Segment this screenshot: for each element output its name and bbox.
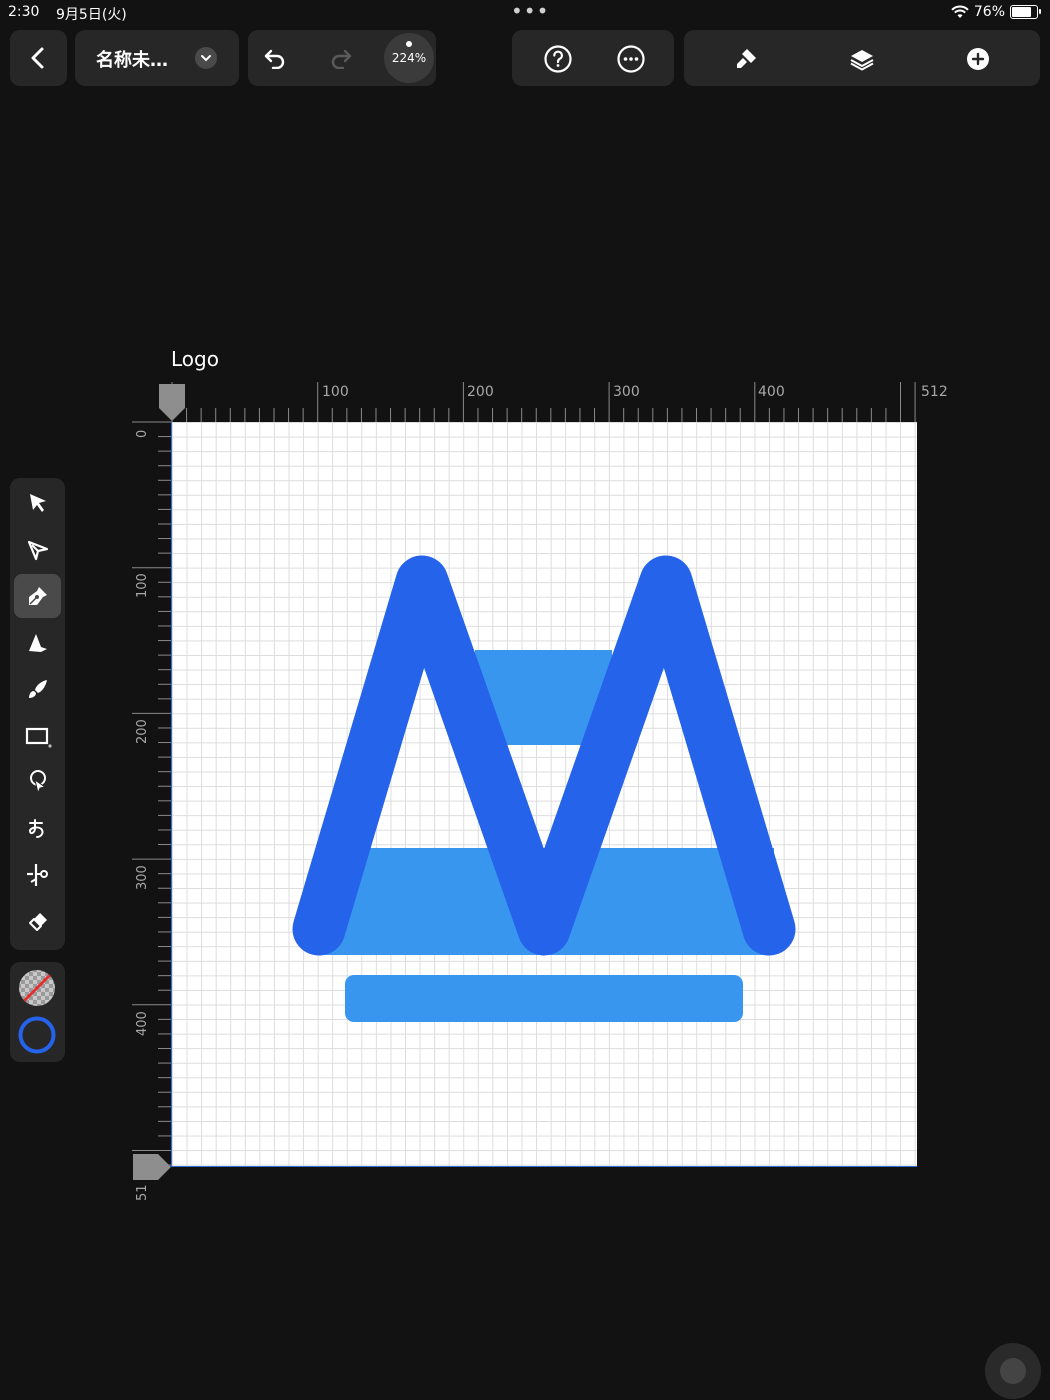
text-tool[interactable]	[14, 807, 61, 851]
pencil-icon	[28, 634, 47, 652]
quick-action-inner	[1000, 1358, 1026, 1384]
ruler-label-v200: 200	[135, 719, 150, 744]
document-title-button[interactable]: 名称未…	[75, 30, 239, 86]
pencil-tool[interactable]	[14, 621, 61, 665]
node-tool[interactable]	[14, 528, 61, 572]
text-icon	[28, 819, 43, 838]
layers-button[interactable]	[846, 43, 878, 75]
style-button[interactable]	[730, 43, 762, 75]
zoom-level: 224%	[391, 51, 427, 65]
panel-group	[684, 30, 1040, 86]
ruler-label-100: 100	[322, 384, 349, 400]
scissors-icon	[26, 864, 48, 886]
artboard-name[interactable]: Logo	[171, 347, 219, 371]
ruler-end-marker[interactable]	[133, 1154, 171, 1180]
ruler-label-v512: 51	[135, 1184, 150, 1201]
undo-icon	[264, 49, 285, 69]
logo-underline-bar[interactable]	[345, 975, 743, 1022]
multitask-dots[interactable]: •••	[511, 0, 549, 22]
title-menu-button[interactable]	[195, 47, 217, 69]
stroke-color-well[interactable]	[17, 1015, 57, 1055]
brush-icon	[28, 680, 47, 698]
rectangle-icon	[25, 727, 52, 748]
eraser-icon	[28, 913, 47, 931]
chevron-down-icon	[201, 55, 211, 62]
eraser-tool[interactable]	[14, 900, 61, 944]
fill-color-well[interactable]	[17, 968, 57, 1008]
help-button[interactable]	[542, 43, 574, 75]
artboard[interactable]	[171, 422, 917, 1167]
ruler-label-512: 512	[921, 384, 948, 400]
plus-icon	[967, 48, 989, 70]
logo-artwork[interactable]	[172, 422, 918, 1167]
horizontal-ruler[interactable]	[155, 380, 935, 422]
ruler-label-v400: 400	[135, 1011, 150, 1036]
ruler-label-v100: 100	[135, 573, 150, 598]
document-title: 名称未…	[96, 50, 168, 71]
undo-button[interactable]	[258, 42, 292, 74]
ruler-label-v300: 300	[135, 865, 150, 890]
help-more-group	[512, 30, 674, 86]
fill-icon	[29, 770, 46, 795]
pen-tool[interactable]	[14, 574, 61, 618]
add-button[interactable]	[962, 43, 994, 75]
ellipsis-icon	[617, 45, 645, 73]
zoom-dot	[406, 41, 412, 47]
redo-icon	[331, 49, 352, 69]
arrow-icon	[29, 494, 46, 512]
pen-nib-icon	[28, 587, 47, 605]
quick-action-button[interactable]	[985, 1343, 1041, 1399]
ruler-label-200: 200	[467, 384, 494, 400]
brush-tool[interactable]	[14, 667, 61, 711]
node-arrow-icon	[27, 540, 48, 561]
zoom-indicator[interactable]: 224%	[384, 33, 434, 83]
battery-percent: 76%	[973, 4, 1005, 20]
layers-icon	[850, 50, 874, 71]
selection-tool[interactable]	[14, 481, 61, 525]
history-group: 224%	[248, 30, 436, 86]
vertical-ruler[interactable]	[130, 408, 172, 1183]
back-button[interactable]	[10, 30, 67, 86]
scissors-tool[interactable]	[14, 853, 61, 897]
status-date: 9月5日(火)	[56, 7, 127, 23]
redo-button[interactable]	[324, 42, 358, 74]
chevron-left-icon	[31, 47, 44, 69]
ruler-label-300: 300	[613, 384, 640, 400]
question-icon	[544, 45, 572, 73]
ruler-label-400: 400	[758, 384, 785, 400]
tool-panel	[10, 478, 65, 950]
status-bar: 2:30 9月5日(火) ••• 76%	[0, 0, 1050, 26]
battery-icon	[1010, 5, 1041, 19]
ruler-label-v0: 0	[135, 429, 150, 438]
brush-icon	[737, 49, 756, 68]
status-time: 2:30	[8, 4, 40, 20]
more-button[interactable]	[615, 43, 647, 75]
color-panel	[10, 962, 65, 1062]
rectangle-tool[interactable]	[14, 714, 61, 758]
fill-tool[interactable]	[14, 760, 61, 804]
status-right: 76%	[951, 4, 1041, 20]
wifi-icon	[951, 5, 969, 18]
